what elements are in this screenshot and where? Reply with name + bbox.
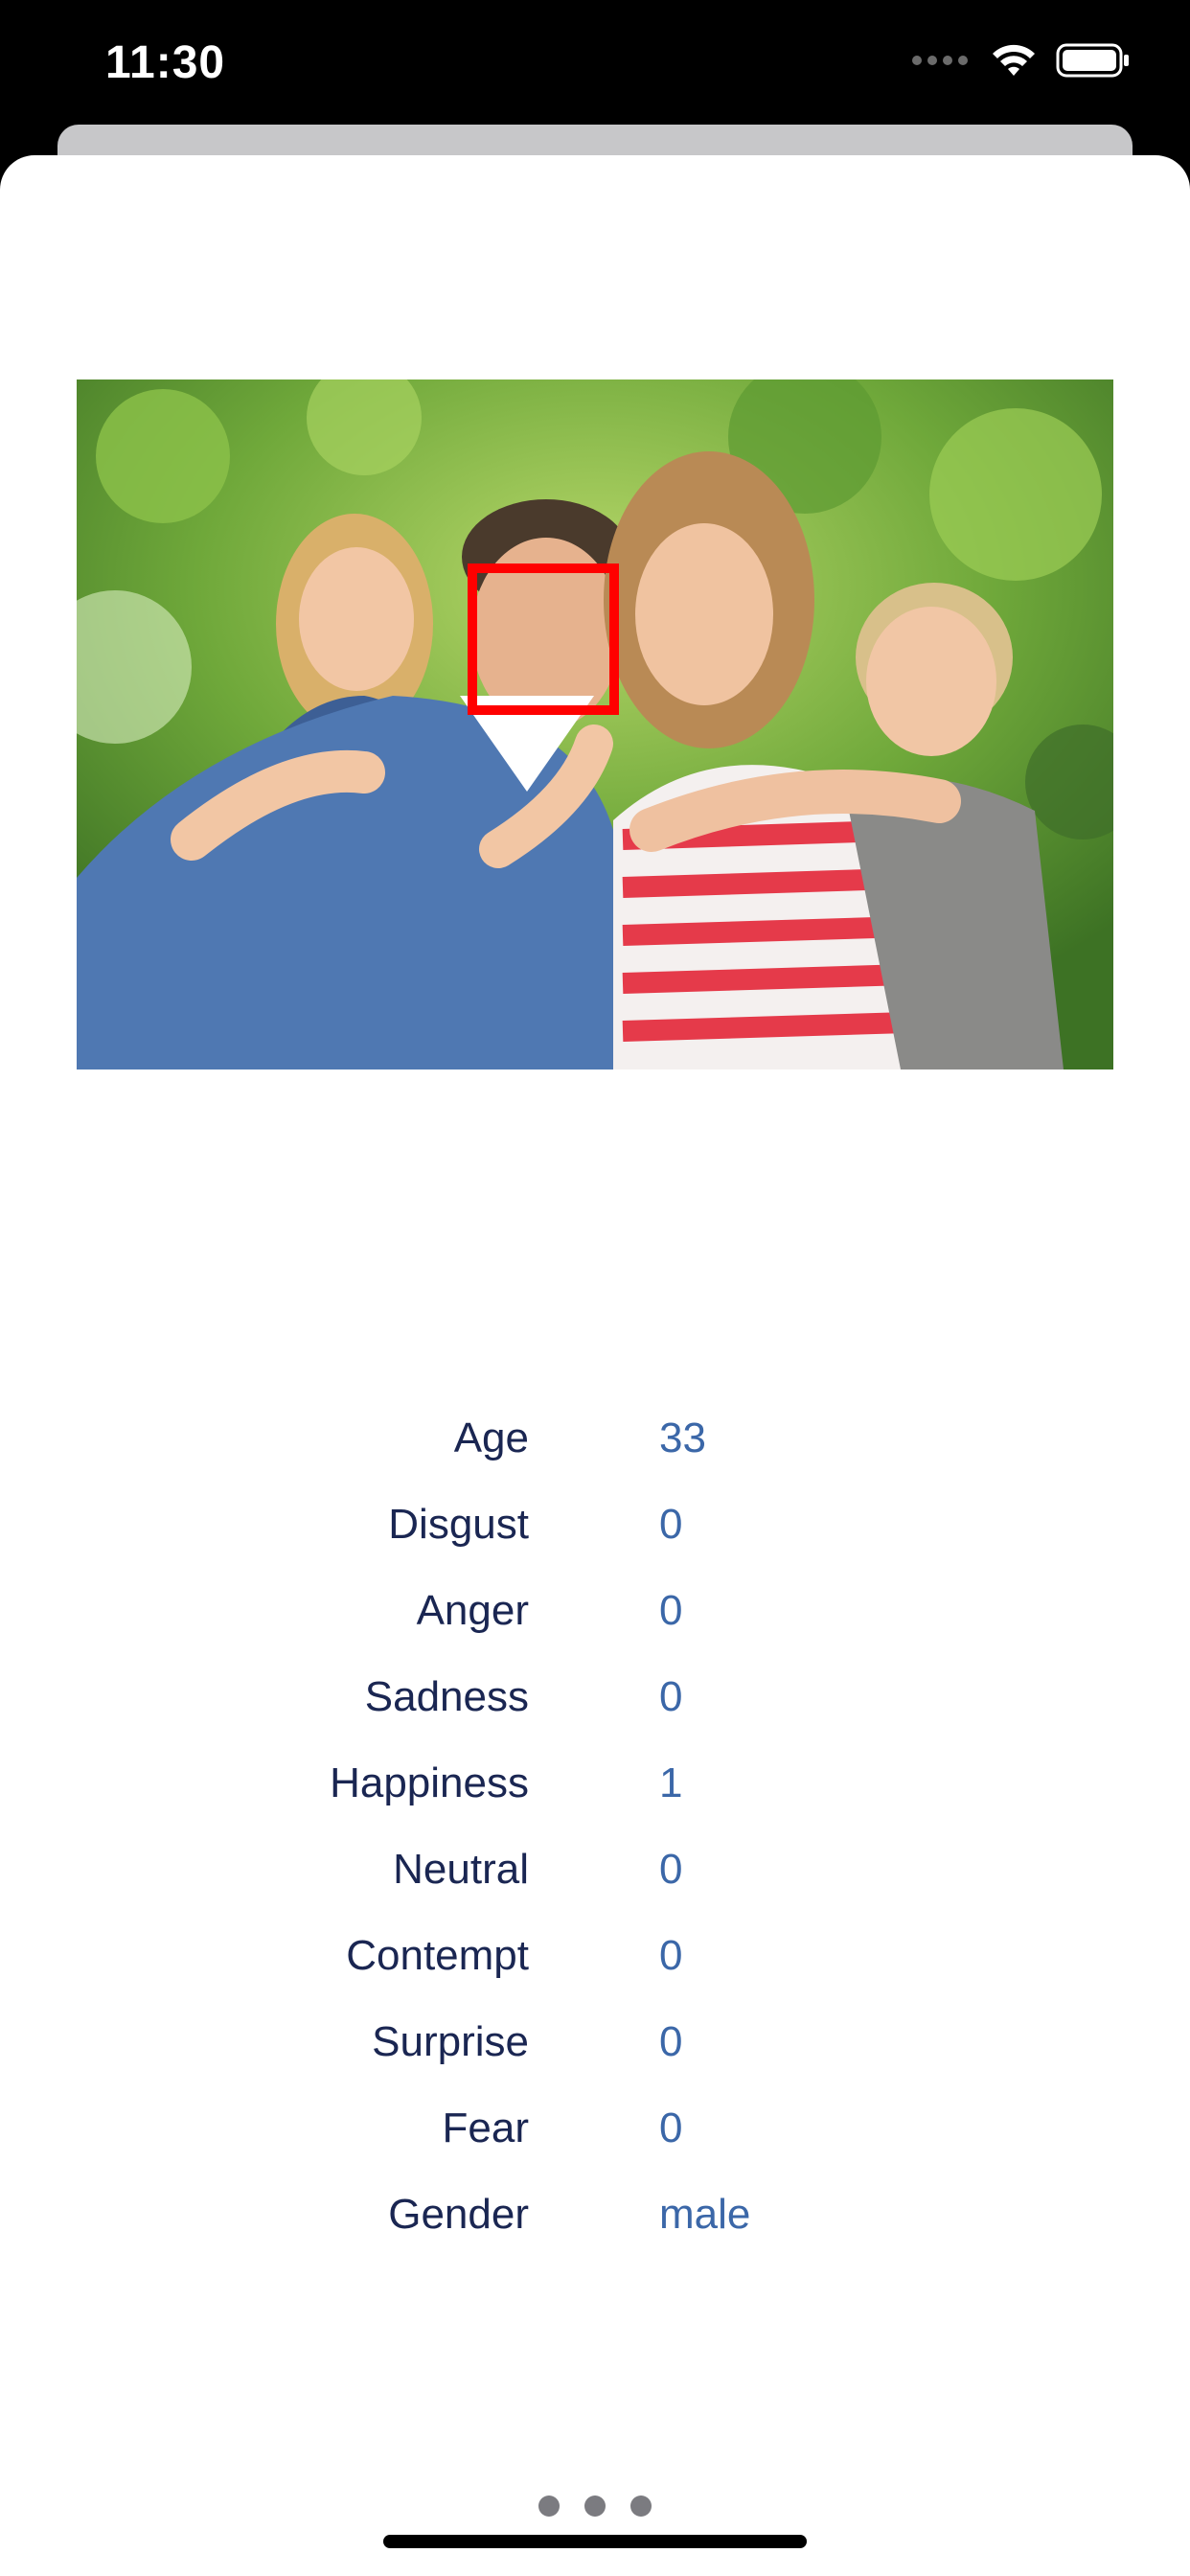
attribute-value: male <box>659 2191 751 2238</box>
attribute-row-disgust: Disgust 0 <box>0 1482 1190 1568</box>
attribute-row-anger: Anger 0 <box>0 1568 1190 1654</box>
attribute-value: 0 <box>659 1673 683 1720</box>
wifi-icon <box>993 44 1035 76</box>
attribute-value: 0 <box>659 2104 683 2151</box>
home-indicator[interactable] <box>383 2535 807 2548</box>
attribute-value: 0 <box>659 2018 683 2065</box>
attribute-label: Happiness <box>330 1760 529 1806</box>
attribute-row-happiness: Happiness 1 <box>0 1740 1190 1827</box>
attribute-row-fear: Fear 0 <box>0 2085 1190 2172</box>
attribute-label: Surprise <box>372 2018 529 2065</box>
attribute-label: Disgust <box>388 1501 529 1548</box>
attribute-value: 0 <box>659 1846 683 1893</box>
attribute-row-gender: Gender male <box>0 2172 1190 2258</box>
attribute-label: Gender <box>388 2191 529 2238</box>
battery-icon <box>1056 43 1129 78</box>
attribute-label: Contempt <box>346 1932 529 1979</box>
attribute-label: Anger <box>416 1587 529 1634</box>
attribute-value: 0 <box>659 1501 683 1548</box>
page-dot[interactable] <box>584 2496 606 2517</box>
attribute-row-sadness: Sadness 0 <box>0 1654 1190 1740</box>
face-attributes-list: Age 33 Disgust 0 Anger 0 Sadness 0 Happi… <box>0 1395 1190 2258</box>
family-photo <box>77 380 1113 1070</box>
attribute-label: Age <box>453 1414 529 1461</box>
cellular-signal-icon <box>912 56 968 65</box>
status-bar: 11:30 <box>0 0 1190 129</box>
page-dot[interactable] <box>538 2496 560 2517</box>
face-detection-box <box>468 564 619 715</box>
page-dot[interactable] <box>630 2496 652 2517</box>
attribute-label: Fear <box>442 2104 529 2151</box>
status-time: 11:30 <box>105 37 226 88</box>
attribute-label: Neutral <box>393 1846 529 1893</box>
attribute-label: Sadness <box>364 1673 529 1720</box>
attribute-value: 0 <box>659 1587 683 1634</box>
attribute-value: 1 <box>659 1760 683 1806</box>
attribute-value: 0 <box>659 1932 683 1979</box>
attribute-value: 33 <box>659 1414 706 1461</box>
photo-image <box>77 380 1113 1070</box>
attribute-row-age: Age 33 <box>0 1395 1190 1482</box>
attribute-row-neutral: Neutral 0 <box>0 1827 1190 1913</box>
attribute-row-contempt: Contempt 0 <box>0 1913 1190 1999</box>
page-indicator[interactable] <box>0 2496 1190 2517</box>
attribute-row-surprise: Surprise 0 <box>0 1999 1190 2085</box>
status-icons <box>912 42 1131 79</box>
